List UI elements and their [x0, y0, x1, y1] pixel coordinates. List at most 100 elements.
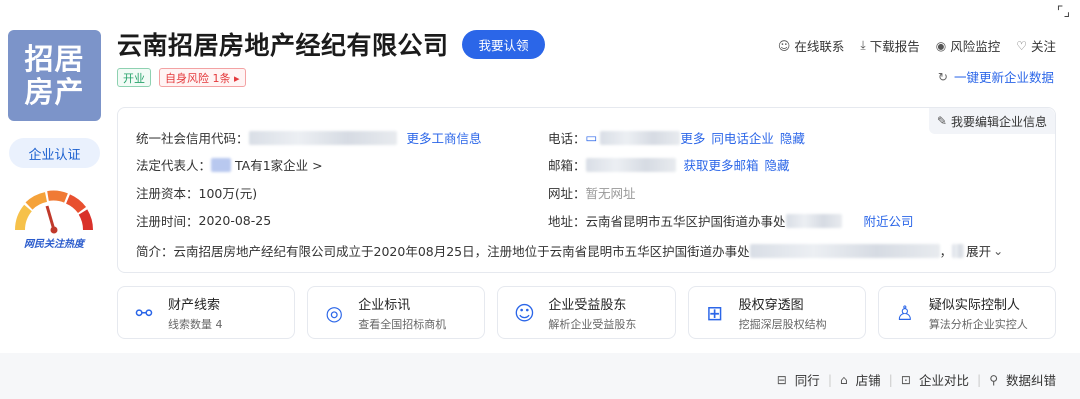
card-subtitle: 挖掘深层股权结构	[738, 317, 827, 331]
risk-monitor-label: 风险监控	[950, 39, 1001, 54]
email-label: 邮箱：	[548, 158, 586, 173]
download-report-label: 下载报告	[869, 39, 920, 54]
phone-icon: ▭	[585, 130, 598, 145]
peer-icon: ⊟	[776, 372, 787, 387]
intro-value: 云南招居房地产经纪有限公司成立于2020年08月25日，注册地位于云南省昆明市五…	[173, 244, 750, 259]
more-email-link[interactable]: 获取更多邮箱	[684, 155, 759, 174]
card-subtitle: 查看全国招标商机	[358, 317, 447, 331]
email-hide-link[interactable]: 隐藏	[765, 155, 790, 174]
download-report-button[interactable]: ⤓ 下载报告	[860, 36, 919, 55]
equity-icon: ⊞	[706, 300, 723, 325]
target-icon: ◎	[325, 300, 343, 325]
card-title: 疑似实际控制人	[928, 297, 1020, 313]
address-blurred	[785, 213, 842, 228]
compare-icon: ⊡	[900, 372, 911, 387]
status-badge: 开业	[117, 68, 151, 87]
bid-info-card[interactable]: ◎ 企业标讯 查看全国招标商机	[307, 286, 486, 339]
pencil-icon: ✎	[936, 114, 947, 128]
intro-row: 简介： 云南招居房地产经纪有限公司成立于2020年08月25日，注册地位于云南省…	[136, 241, 1003, 260]
follow-button[interactable]: ♡ 关注	[1016, 36, 1056, 55]
nearby-companies-link[interactable]: 附近公司	[864, 211, 914, 230]
address-value: 云南省昆明市五华区护国街道办事处	[585, 214, 786, 229]
download-icon: ⤓	[860, 38, 866, 52]
card-subtitle: 解析企业受益股东	[548, 317, 637, 331]
corner-icon[interactable]: ⌜⌟	[1057, 4, 1070, 20]
divider: |	[827, 372, 833, 387]
actual-controller-card[interactable]: ♙ 疑似实际控制人 算法分析企业实控人	[877, 286, 1057, 339]
heat-gauge-icon	[14, 190, 94, 234]
beneficial-shareholder-card[interactable]: ☺ 企业受益股东 解析企业受益股东	[497, 286, 676, 339]
website-value: 暂无网址	[585, 186, 636, 201]
heart-icon: ♡	[1016, 38, 1027, 53]
refresh-icon: ↻	[937, 69, 948, 84]
clue-icon: ⚯	[135, 300, 153, 325]
intro-blurred	[749, 243, 940, 258]
legal-rep-value[interactable]	[211, 157, 232, 172]
phone-row: 电话： ▭ 更多 同电话企业 隐藏	[548, 128, 805, 147]
credit-code-row: 统一社会信用代码： 更多工商信息	[136, 128, 482, 147]
card-title: 企业标讯	[358, 297, 411, 313]
company-name: 云南招居房地产经纪有限公司	[117, 31, 449, 60]
update-data-label: 一键更新企业数据	[953, 70, 1054, 85]
same-phone-link[interactable]: 同电话企业	[711, 128, 774, 147]
shareholder-icon: ☺	[513, 300, 535, 325]
website-row: 网址： 暂无网址	[548, 183, 636, 202]
legal-rep-companies[interactable]: TA有1家企业 >	[235, 155, 323, 174]
card-title: 企业受益股东	[548, 297, 627, 313]
card-title: 财产线索	[168, 297, 221, 313]
logo-line-2: 房产	[24, 74, 85, 109]
risk-monitor-button[interactable]: ◉ 风险监控	[936, 36, 1001, 55]
address-row: 地址： 云南省昆明市五华区护国街道办事处 附近公司	[548, 211, 914, 230]
top-actions: ☺ 在线联系 ⤓ 下载报告 ◉ 风险监控 ♡ 关注	[778, 36, 1056, 55]
bottom-actions: ⊟ 同行 | ⌂ 店铺 | ⊡ 企业对比 | ⚲ 数据纠错	[777, 370, 1056, 389]
card-subtitle: 线索数量 4	[168, 317, 223, 331]
update-data-button[interactable]: ↻ 一键更新企业数据	[938, 67, 1054, 86]
edit-info-button[interactable]: ✎ 我要编辑企业信息	[928, 108, 1055, 134]
intro-label: 简介：	[136, 244, 174, 259]
feature-cards: ⚯ 财产线索 线索数量 4 ◎ 企业标讯 查看全国招标商机 ☺ 企业受益股东 解…	[117, 286, 1057, 339]
phone-label: 电话：	[548, 131, 586, 146]
intro-tail: ，	[939, 244, 953, 259]
website-label: 网址：	[548, 186, 586, 201]
phone-hide-link[interactable]: 隐藏	[780, 128, 805, 147]
data-correction-button[interactable]: 数据纠错	[1006, 370, 1056, 389]
capital-value: 100万(元)	[198, 186, 258, 201]
capital-row: 注册资本： 100万(元)	[136, 183, 257, 202]
reg-time-row: 注册时间： 2020-08-25	[136, 211, 271, 230]
edit-info-label: 我要编辑企业信息	[950, 114, 1047, 129]
expand-button[interactable]: 展开	[966, 241, 991, 260]
eye-icon: ◉	[935, 38, 947, 53]
card-subtitle: 算法分析企业实控人	[928, 317, 1028, 331]
chat-icon: ☺	[777, 38, 791, 53]
divider: |	[976, 372, 982, 387]
equity-chart-card[interactable]: ⊞ 股权穿透图 挖掘深层股权结构	[687, 286, 866, 339]
more-business-info-link[interactable]: 更多工商信息	[407, 128, 482, 147]
reg-time-label: 注册时间：	[136, 214, 199, 229]
info-panel: ✎ 我要编辑企业信息 统一社会信用代码： 更多工商信息 法定代表人： TA有1家…	[117, 107, 1056, 273]
legal-rep-row: 法定代表人： TA有1家企业 >	[136, 155, 323, 174]
online-contact-button[interactable]: ☺ 在线联系	[778, 36, 845, 55]
logo-line-1: 招居	[24, 41, 85, 76]
compare-button[interactable]: 企业对比	[919, 370, 969, 389]
heat-label: 网民关注热度	[24, 239, 84, 250]
property-clue-card[interactable]: ⚯ 财产线索 线索数量 4	[117, 286, 296, 339]
shop-icon: ⌂	[840, 372, 848, 387]
phone-more-link[interactable]: 更多	[680, 128, 705, 147]
credit-code-value	[248, 130, 397, 145]
divider: |	[888, 372, 893, 387]
company-logo: 招居 房产	[8, 30, 101, 121]
enterprise-cert-button[interactable]: 企业认证	[9, 138, 100, 168]
claim-button[interactable]: 我要认领	[462, 30, 545, 59]
reg-time-value: 2020-08-25	[198, 213, 272, 228]
correct-icon: ⚲	[989, 372, 998, 387]
chevron-down-icon[interactable]: ⌄	[993, 244, 1003, 258]
address-label: 地址：	[548, 214, 586, 229]
peer-button[interactable]: 同行	[795, 370, 820, 389]
email-value	[585, 157, 676, 172]
phone-value	[600, 130, 681, 145]
risk-badge[interactable]: 自身风险 1条 ▸	[159, 68, 246, 87]
controller-icon: ♙	[895, 300, 914, 325]
credit-code-label: 统一社会信用代码：	[136, 131, 249, 146]
capital-label: 注册资本：	[136, 186, 199, 201]
shop-button[interactable]: 店铺	[856, 370, 881, 389]
